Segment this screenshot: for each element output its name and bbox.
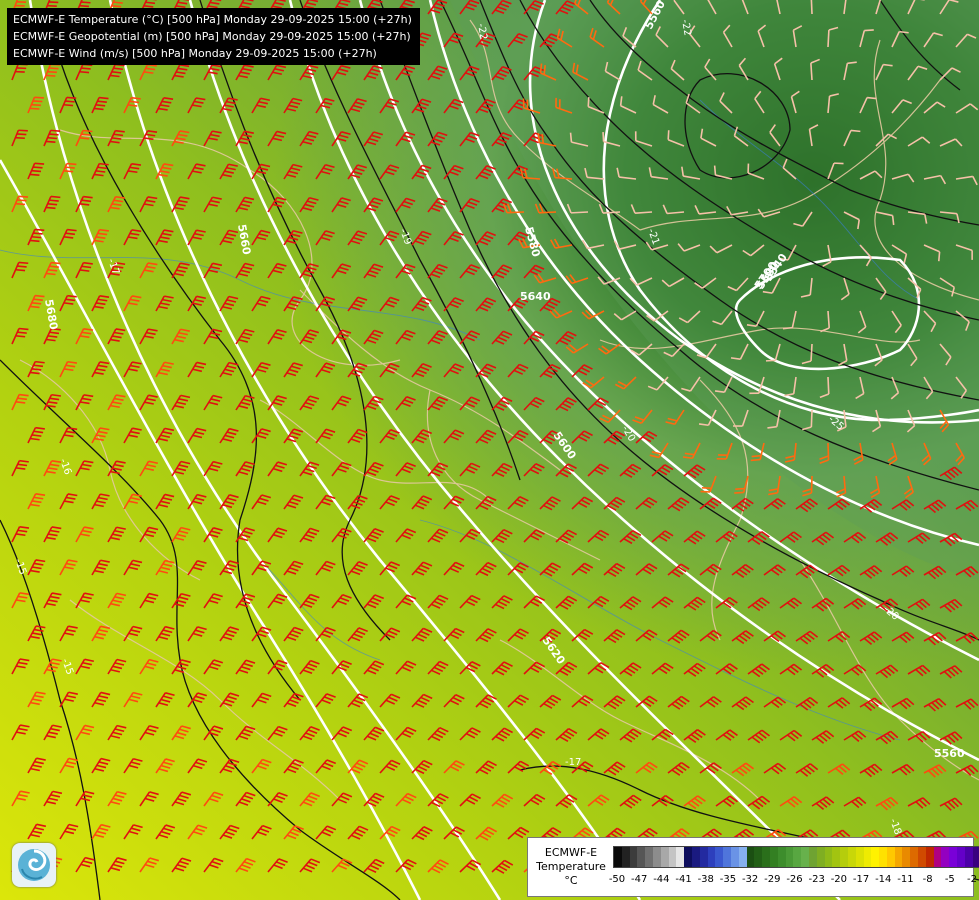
legend-swatch — [684, 847, 692, 867]
legend-unit-label: °C — [564, 874, 578, 887]
legend-swatch — [754, 847, 763, 867]
legend-swatch — [785, 847, 794, 867]
legend-tick-label: -2 — [967, 874, 977, 885]
legend-tick-label: -20 — [830, 874, 848, 885]
legend-swatch — [715, 847, 724, 867]
legend-swatch — [879, 847, 887, 867]
legend-tick-label: -32 — [741, 874, 759, 885]
legend-swatch — [730, 847, 739, 867]
legend-swatch — [933, 847, 942, 867]
legend-swatch — [847, 847, 856, 867]
legend-swatch — [925, 847, 934, 867]
legend-swatch — [637, 847, 646, 867]
legend-swatch — [691, 847, 700, 867]
temperature-label: -17 — [565, 757, 581, 768]
legend-swatch — [957, 847, 965, 867]
legend-swatch — [699, 847, 708, 867]
legend-swatch — [660, 847, 669, 867]
legend-swatch — [824, 847, 833, 867]
legend-tick-label: -44 — [653, 874, 670, 885]
legend-swatch — [886, 847, 895, 867]
legend-swatch — [652, 847, 661, 867]
legend-swatch — [769, 847, 778, 867]
weather-map: 5560558056005620564056605680570055805540… — [0, 0, 979, 900]
legend-swatch — [918, 847, 926, 867]
legend-swatch — [676, 847, 685, 867]
legend-tick-label: -47 — [631, 874, 648, 885]
legend-tick-label: -35 — [719, 874, 737, 885]
legend-swatch — [707, 847, 716, 867]
legend-model-label: ECMWF-E — [544, 846, 598, 859]
legend-swatch — [871, 847, 880, 867]
legend-swatch — [863, 847, 872, 867]
legend-swatch — [645, 847, 653, 867]
legend-swatch — [832, 847, 841, 867]
legend-color-bar — [613, 846, 979, 868]
ecmwf-logo-icon — [12, 843, 56, 887]
legend-swatch — [614, 847, 622, 867]
legend-swatch — [972, 847, 979, 867]
legend-swatch — [949, 847, 958, 867]
legend-variable-label: Temperature — [536, 860, 606, 873]
legend-swatch — [816, 847, 825, 867]
legend-tick-label: -11 — [897, 874, 914, 885]
legend-tick-label: -26 — [786, 874, 803, 885]
legend-swatch — [941, 847, 950, 867]
legend-swatch — [840, 847, 848, 867]
geopotential-label: 5640 — [520, 290, 551, 303]
legend-tick-label: -14 — [875, 874, 892, 885]
wind-title: ECMWF-E Wind (m/s) [500 hPa] Monday 29-0… — [13, 47, 377, 60]
legend-swatch — [621, 847, 630, 867]
legend-swatch — [777, 847, 786, 867]
legend-tick-label: -23 — [808, 874, 825, 885]
legend-title: ECMWF-E Temperature °C — [532, 846, 610, 888]
legend-tick-label: -50 — [608, 874, 626, 885]
legend-swatch — [723, 847, 731, 867]
legend-swatch — [801, 847, 809, 867]
legend-swatch — [808, 847, 817, 867]
geopotential-label: 5560 — [934, 747, 965, 760]
legend-tick-label: -29 — [764, 874, 781, 885]
legend-swatch — [902, 847, 911, 867]
map-title-panel: ECMWF-E Temperature (°C) [500 hPa] Monda… — [7, 8, 420, 65]
legend-tick-label: -17 — [852, 874, 870, 885]
legend-swatch — [793, 847, 802, 867]
geopotential-title: ECMWF-E Geopotential (m) [500 hPa] Monda… — [13, 30, 411, 43]
legend-swatch — [910, 847, 919, 867]
legend-swatch — [762, 847, 770, 867]
legend-tick-label: -41 — [675, 874, 692, 885]
temperature-legend: ECMWF-E Temperature °C -50 -47 -44 -41 -38 -3… — [527, 837, 979, 897]
legend-tick-label: -38 — [697, 874, 714, 885]
legend-swatch — [738, 847, 747, 867]
legend-swatch — [746, 847, 755, 867]
legend-swatch — [855, 847, 864, 867]
legend-swatch — [964, 847, 973, 867]
legend-swatch — [629, 847, 638, 867]
legend-swatch — [894, 847, 903, 867]
legend-swatch — [668, 847, 677, 867]
legend-tick-label: -5 — [944, 874, 955, 885]
swirl-icon — [18, 849, 50, 881]
legend-tick-label: -8 — [922, 874, 933, 885]
temperature-title: ECMWF-E Temperature (°C) [500 hPa] Monda… — [13, 13, 412, 26]
legend-tick-labels: -50 -47 -44 -41 -38 -35 -32 -29 -26 -23 -20 -17 -14-… — [609, 874, 977, 890]
